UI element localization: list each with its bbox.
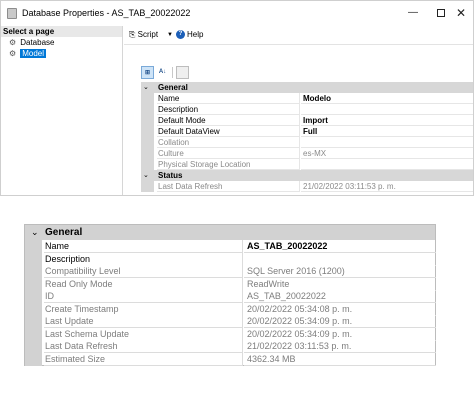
property-row[interactable]: Physical Storage Location [141, 159, 473, 170]
property-name: Last Data Refresh [157, 181, 300, 192]
page-item-label: Model [20, 49, 47, 58]
category-label: General [45, 227, 83, 238]
property-name: Physical Storage Location [157, 159, 300, 170]
property-value: 20/02/2022 05:34:09 p. m. [244, 328, 436, 341]
property-value[interactable] [301, 104, 473, 115]
help-label: Help [187, 30, 204, 39]
page-selector-pane: Select a page ⚙ Database ⚙ Model [1, 26, 123, 195]
property-value: 4362.34 MB [244, 353, 436, 366]
property-row[interactable]: Name AS_TAB_20022022 [25, 240, 436, 253]
property-row[interactable]: Name Modelo [141, 93, 473, 104]
wrench-icon: ⚙ [9, 38, 17, 47]
script-icon: ⎘ [129, 30, 136, 39]
title-bar: Database Properties - AS_TAB_20022022 — … [1, 1, 473, 26]
page-item-label: Database [20, 38, 55, 47]
property-row[interactable]: Last Update 20/02/2022 05:34:09 p. m. [25, 315, 436, 328]
property-name: Last Update [44, 315, 243, 328]
property-row[interactable]: Culture es-MX [141, 148, 473, 159]
property-row[interactable]: Default Mode Import [141, 115, 473, 126]
maximize-icon [437, 9, 445, 17]
property-name: Read Only Mode [44, 277, 243, 291]
property-row[interactable]: Default DataView Full [141, 126, 473, 137]
category-label: General [158, 83, 188, 92]
property-row[interactable]: Collation [141, 137, 473, 148]
category-status[interactable]: ⌄ Status [141, 170, 473, 181]
property-row[interactable]: Last Schema Update 20/02/2022 05:34:09 p.… [25, 327, 436, 341]
collapse-chevron-icon[interactable]: ⌄ [143, 170, 149, 181]
model-property-grid: ⌄ General Name Modelo Description Default… [141, 82, 473, 192]
category-label: Status [158, 171, 183, 180]
script-button[interactable]: ⎘ Script [129, 30, 158, 40]
window-title: Database Properties - AS_TAB_20022022 [22, 8, 191, 18]
categorized-icon[interactable]: ⊞ [141, 66, 154, 79]
property-name: Last Schema Update [44, 327, 243, 341]
help-button[interactable]: ? Help [176, 30, 203, 39]
property-value: es-MX [301, 148, 473, 159]
property-row[interactable]: Read Only Mode ReadWrite [25, 277, 436, 291]
toolbar-separator [124, 44, 473, 45]
wrench-icon: ⚙ [9, 49, 17, 58]
property-value[interactable]: Import [301, 115, 473, 126]
property-name: Estimated Size [44, 352, 243, 366]
toolbar: ⎘ Script ▼ ? Help [124, 26, 473, 44]
property-name: Name [157, 93, 300, 104]
property-value: 20/02/2022 05:34:08 p. m. [244, 303, 436, 316]
page-item-database[interactable]: ⚙ Database [1, 37, 122, 48]
database-properties-dialog: Database Properties - AS_TAB_20022022 — … [0, 0, 474, 196]
minimize-button[interactable]: — [399, 4, 427, 22]
property-value: 21/02/2022 03:11:53 p. m. [301, 181, 473, 192]
property-name: Default Mode [157, 115, 300, 126]
property-value [301, 159, 473, 170]
close-button[interactable]: ✕ [447, 4, 473, 22]
property-value: ReadWrite [244, 278, 436, 291]
property-name: Description [44, 252, 243, 266]
page-item-model[interactable]: ⚙ Model [1, 48, 122, 59]
property-row[interactable]: Create Timestamp 20/02/2022 05:34:08 p. m… [25, 302, 436, 316]
property-row[interactable]: Description [141, 104, 473, 115]
property-row[interactable]: Last Data Refresh 21/02/2022 03:11:53 p. … [25, 340, 436, 353]
alphabetical-sort-icon[interactable]: A↓ [156, 66, 169, 79]
property-value[interactable]: AS_TAB_20022022 [244, 240, 436, 253]
toolbar-divider [172, 67, 173, 78]
property-name: Default DataView [157, 126, 300, 137]
property-row[interactable]: Estimated Size 4362.34 MB [25, 352, 436, 366]
property-value[interactable] [244, 253, 436, 266]
property-name: Create Timestamp [44, 302, 243, 316]
property-value: 21/02/2022 03:11:53 p. m. [244, 340, 436, 353]
app-icon [7, 8, 17, 19]
property-value[interactable]: Modelo [301, 93, 473, 104]
category-general[interactable]: ⌄ General [141, 82, 473, 93]
collapse-chevron-icon[interactable]: ⌄ [143, 82, 149, 93]
property-name: Name [44, 240, 243, 253]
property-pages-icon[interactable] [176, 66, 189, 79]
property-name: Compatibility Level [44, 265, 243, 278]
property-row[interactable]: Last Data Refresh 21/02/2022 03:11:53 p. … [141, 181, 473, 192]
page-selector-header: Select a page [1, 26, 122, 37]
help-icon: ? [176, 30, 185, 39]
property-value: AS_TAB_20022022 [244, 290, 436, 303]
property-name: Culture [157, 148, 300, 159]
property-row[interactable]: Description [25, 252, 436, 266]
property-name: ID [44, 290, 243, 303]
property-value: 20/02/2022 05:34:09 p. m. [244, 315, 436, 328]
property-value: SQL Server 2016 (1200) [244, 265, 436, 278]
property-row[interactable]: ID AS_TAB_20022022 [25, 290, 436, 303]
property-value[interactable]: Full [301, 126, 473, 137]
collapse-chevron-icon[interactable]: ⌄ [31, 225, 39, 240]
property-value [301, 137, 473, 148]
property-row[interactable]: Compatibility Level SQL Server 2016 (1200… [25, 265, 436, 278]
script-dropdown-icon[interactable]: ▼ [167, 32, 173, 38]
property-name: Description [157, 104, 300, 115]
category-general[interactable]: ⌄ General [25, 225, 435, 240]
database-property-grid: ⌄ General Name AS_TAB_20022022 Descriptio… [24, 224, 436, 366]
property-name: Last Data Refresh [44, 340, 243, 353]
script-label: Script [137, 30, 159, 39]
property-name: Collation [157, 137, 300, 148]
